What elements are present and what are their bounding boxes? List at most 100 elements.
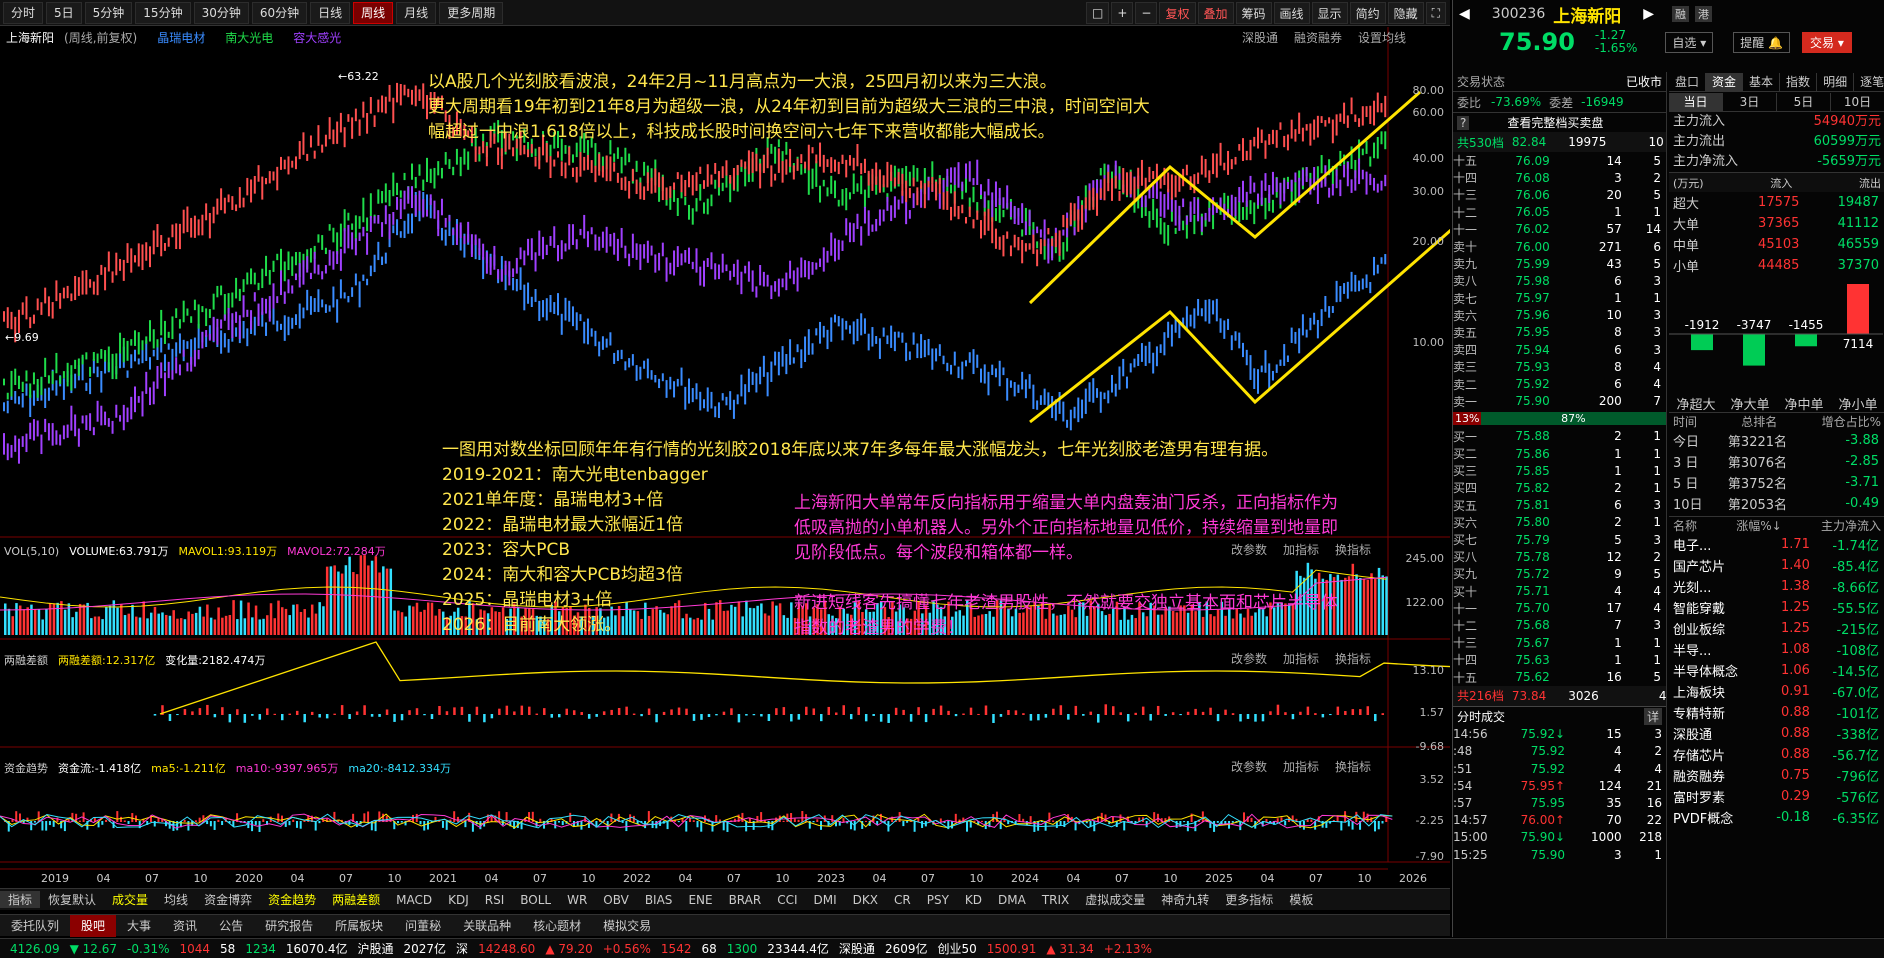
indicator-tab[interactable]: OBV [595,893,637,907]
orderbook-row[interactable]: 买二 75.86 1 1 [1453,445,1665,462]
set-ma-button[interactable]: 设置均线 [1358,31,1406,45]
indicator-tab[interactable]: 恢复默认 [40,891,104,908]
indicator-tab[interactable]: 两融差额 [324,891,388,908]
day-tab[interactable]: 5日 [1777,92,1831,111]
indicator-tab[interactable]: RSI [477,893,513,907]
period-tab[interactable]: 日线 [310,1,351,24]
indicator-tab[interactable]: DMA [990,893,1034,907]
indicator-tab[interactable]: 指标 [0,891,41,908]
toolbar-option[interactable]: 叠加 [1197,2,1234,24]
orderbook-row[interactable]: 卖四 75.94 6 3 [1453,341,1665,358]
indicator-tab[interactable]: 模板 [1281,891,1321,908]
nav-tab[interactable]: 研究报告 [254,917,324,934]
next-stock-icon[interactable]: ▶ [1643,6,1654,22]
nav-tab[interactable]: 大事 [116,917,162,934]
indicator-tab[interactable]: TRIX [1034,893,1077,907]
indicator-tab[interactable]: BOLL [512,893,559,907]
orderbook-row[interactable]: 十五 75.62 16 5 [1453,668,1665,685]
toolbar-option[interactable]: 显示 [1311,2,1348,24]
sector-row[interactable]: PVDF概念 -0.18 -6.35亿 [1669,807,1883,828]
flow-tab[interactable]: 指数 [1780,72,1818,91]
overlay-legend-item[interactable]: 容大感光 [293,31,341,45]
orderbook-row[interactable]: 十三 76.06 20 5 [1453,186,1665,203]
nav-tab[interactable]: 股吧 [70,914,117,937]
period-tab[interactable]: 分时 [3,1,44,24]
indicator-tab[interactable]: 神奇九转 [1153,891,1217,908]
orderbook-row[interactable]: 卖九 75.99 43 5 [1453,255,1665,272]
toolbar-option[interactable]: 隐藏 [1387,2,1424,24]
orderbook-row[interactable]: 卖三 75.93 8 4 [1453,358,1665,375]
switch-ind-btn[interactable]: 换指标 [1335,760,1371,774]
orderbook-row[interactable]: 卖七 75.97 1 1 [1453,290,1665,307]
nav-tab[interactable]: 问董秘 [394,917,452,934]
sector-row[interactable]: 国产芯片 1.40 -85.4亿 [1669,555,1883,576]
sector-row[interactable]: 半导... 1.08 -108亿 [1669,639,1883,660]
sector-row[interactable]: 光刻... 1.38 -8.66亿 [1669,576,1883,597]
indicator-tab[interactable]: CR [886,893,919,907]
nav-tab[interactable]: 委托队列 [0,917,70,934]
orderbook-row[interactable]: 买十 75.71 4 4 [1453,583,1665,600]
period-tab[interactable]: 周线 [353,1,394,24]
flow-tab[interactable]: 明细 [1817,72,1855,91]
edit-param-btn[interactable]: 改参数 [1231,652,1267,666]
nav-tab[interactable]: 核心题材 [522,917,592,934]
orderbook-row[interactable]: 十三 75.67 1 1 [1453,634,1665,651]
indicator-tab[interactable]: 均线 [156,891,196,908]
remind-button[interactable]: 提醒 🔔 [1733,31,1791,53]
flow-tab[interactable]: 基本 [1743,72,1781,91]
toolbar-option[interactable]: 复权 [1159,2,1196,24]
toolbar-option[interactable]: 画线 [1273,2,1310,24]
indicator-tab[interactable]: KDJ [440,893,477,907]
indicator-tab[interactable]: KD [957,893,990,907]
orderbook-row[interactable]: 卖八 75.98 6 3 [1453,272,1665,289]
indicator-tab[interactable]: BIAS [637,893,681,907]
period-tab[interactable]: 30分钟 [193,1,249,24]
trade-button[interactable]: 交易 ▾ [1802,31,1852,53]
add-ind-btn[interactable]: 加指标 [1283,760,1319,774]
nav-tab[interactable]: 模拟交易 [592,917,662,934]
orderbook-row[interactable]: 十四 75.63 1 1 [1453,651,1665,668]
orderbook-row[interactable]: 卖六 75.96 10 3 [1453,307,1665,324]
period-tab[interactable]: 月线 [396,1,437,24]
orderbook-row[interactable]: 买六 75.80 2 1 [1453,514,1665,531]
orderbook-row[interactable]: 买五 75.81 6 3 [1453,497,1665,514]
orderbook-row[interactable]: 卖一 75.90 200 7 [1453,393,1665,410]
rzrq-button[interactable]: 融资融券 [1294,31,1342,45]
period-tab[interactable]: 5分钟 [84,1,133,24]
orderbook-row[interactable]: 买一 75.88 2 1 [1453,428,1665,445]
orderbook-row[interactable]: 十五 76.09 14 5 [1453,152,1665,169]
indicator-tab[interactable]: 资金博弈 [196,891,260,908]
indicator-tab[interactable]: CCI [769,893,805,907]
overlay-legend-item[interactable]: 南大光电 [225,31,273,45]
indicator-tab[interactable]: DKX [845,893,886,907]
sector-row[interactable]: 深股通 0.88 -338亿 [1669,723,1883,744]
sector-row[interactable]: 融资融券 0.75 -796亿 [1669,765,1883,786]
indicator-tab[interactable]: MACD [388,893,440,907]
indicator-tab[interactable]: ENE [680,893,720,907]
indicator-tab[interactable]: 成交量 [104,891,156,908]
nav-tab[interactable]: 所属板块 [324,917,394,934]
orderbook-row[interactable]: 卖五 75.95 8 3 [1453,324,1665,341]
period-tab[interactable]: 60分钟 [251,1,308,24]
indicator-tab[interactable]: WR [559,893,595,907]
orderbook-row[interactable]: 买四 75.82 2 1 [1453,479,1665,496]
flow-tab[interactable]: 资金 [1706,72,1744,91]
tool-icon[interactable]: □ [1086,2,1110,24]
indicator-tab[interactable]: BRAR [721,893,770,907]
flow-tab[interactable]: 逐笔 [1854,73,1884,91]
nav-tab[interactable]: 公告 [208,917,254,934]
add-ind-btn[interactable]: 加指标 [1283,543,1319,557]
toolbar-option[interactable]: 筹码 [1235,2,1272,24]
overlay-legend-item[interactable]: 晶瑞电材 [157,31,205,45]
day-tab[interactable]: 10日 [1831,93,1884,111]
kline-chart-area[interactable]: 2019 04 07 10 2020 04 07 10 2021 04 07 10 2022 04 07 10… [0,27,1450,887]
orderbook-row[interactable]: 买七 75.79 5 3 [1453,531,1665,548]
switch-ind-btn[interactable]: 换指标 [1335,543,1371,557]
prev-stock-icon[interactable]: ◀ [1459,6,1470,22]
orderbook-row[interactable]: 十二 75.68 7 3 [1453,617,1665,634]
switch-ind-btn[interactable]: 换指标 [1335,652,1371,666]
sector-row[interactable]: 存储芯片 0.88 -56.7亿 [1669,744,1883,765]
orderbook-row[interactable]: 十四 76.08 3 2 [1453,169,1665,186]
sector-row[interactable]: 富时罗素 0.29 -576亿 [1669,786,1883,807]
sector-row[interactable]: 半导体概念 1.06 -14.5亿 [1669,660,1883,681]
